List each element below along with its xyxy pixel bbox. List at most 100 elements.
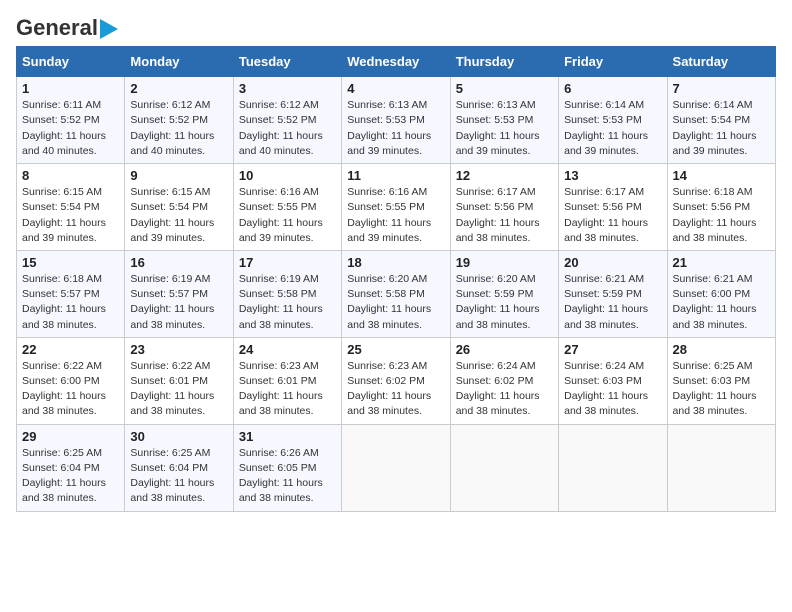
- day-number: 5: [456, 81, 553, 96]
- day-number: 1: [22, 81, 119, 96]
- day-number: 28: [673, 342, 770, 357]
- day-number: 16: [130, 255, 227, 270]
- day-info: Sunrise: 6:12 AMSunset: 5:52 PMDaylight:…: [130, 98, 227, 159]
- day-number: 23: [130, 342, 227, 357]
- calendar-cell: 30Sunrise: 6:25 AMSunset: 6:04 PMDayligh…: [125, 424, 233, 511]
- day-info: Sunrise: 6:23 AMSunset: 6:02 PMDaylight:…: [347, 359, 444, 420]
- day-info: Sunrise: 6:25 AMSunset: 6:04 PMDaylight:…: [130, 446, 227, 507]
- calendar-cell: 31 Sunrise: 6:26 AMSunset: 6:05 PMDayligh…: [233, 424, 341, 511]
- logo-arrow-icon: [100, 19, 118, 39]
- day-info: Sunrise: 6:20 AMSunset: 5:59 PMDaylight:…: [456, 272, 553, 333]
- day-info: Sunrise: 6:11 AMSunset: 5:52 PMDaylight:…: [22, 98, 119, 159]
- calendar-cell: 23Sunrise: 6:22 AMSunset: 6:01 PMDayligh…: [125, 337, 233, 424]
- calendar-cell: 6 Sunrise: 6:14 AMSunset: 5:53 PMDaylight…: [559, 77, 667, 164]
- day-info: Sunrise: 6:15 AMSunset: 5:54 PMDaylight:…: [22, 185, 119, 246]
- weekday-header-saturday: Saturday: [667, 47, 775, 77]
- day-info: Sunrise: 6:13 AMSunset: 5:53 PMDaylight:…: [347, 98, 444, 159]
- day-info: Sunrise: 6:25 AMSunset: 6:03 PMDaylight:…: [673, 359, 770, 420]
- calendar-cell: 9 Sunrise: 6:15 AMSunset: 5:54 PMDaylight…: [125, 164, 233, 251]
- day-info: Sunrise: 6:18 AMSunset: 5:57 PMDaylight:…: [22, 272, 119, 333]
- calendar-cell: 27Sunrise: 6:24 AMSunset: 6:03 PMDayligh…: [559, 337, 667, 424]
- day-number: 21: [673, 255, 770, 270]
- day-info: Sunrise: 6:26 AMSunset: 6:05 PMDaylight:…: [239, 446, 336, 507]
- header: General: [16, 16, 776, 36]
- day-info: Sunrise: 6:16 AMSunset: 5:55 PMDaylight:…: [347, 185, 444, 246]
- calendar-cell: [667, 424, 775, 511]
- day-info: Sunrise: 6:13 AMSunset: 5:53 PMDaylight:…: [456, 98, 553, 159]
- day-number: 11: [347, 168, 444, 183]
- day-info: Sunrise: 6:22 AMSunset: 6:00 PMDaylight:…: [22, 359, 119, 420]
- day-info: Sunrise: 6:14 AMSunset: 5:53 PMDaylight:…: [564, 98, 661, 159]
- day-number: 19: [456, 255, 553, 270]
- day-number: 13: [564, 168, 661, 183]
- day-info: Sunrise: 6:15 AMSunset: 5:54 PMDaylight:…: [130, 185, 227, 246]
- calendar-cell: 7 Sunrise: 6:14 AMSunset: 5:54 PMDaylight…: [667, 77, 775, 164]
- day-info: Sunrise: 6:24 AMSunset: 6:02 PMDaylight:…: [456, 359, 553, 420]
- weekday-header-thursday: Thursday: [450, 47, 558, 77]
- calendar-cell: 14 Sunrise: 6:18 AMSunset: 5:56 PMDayligh…: [667, 164, 775, 251]
- calendar-cell: 10 Sunrise: 6:16 AMSunset: 5:55 PMDayligh…: [233, 164, 341, 251]
- day-info: Sunrise: 6:23 AMSunset: 6:01 PMDaylight:…: [239, 359, 336, 420]
- day-info: Sunrise: 6:14 AMSunset: 5:54 PMDaylight:…: [673, 98, 770, 159]
- day-number: 9: [130, 168, 227, 183]
- day-info: Sunrise: 6:25 AMSunset: 6:04 PMDaylight:…: [22, 446, 119, 507]
- day-info: Sunrise: 6:17 AMSunset: 5:56 PMDaylight:…: [564, 185, 661, 246]
- day-info: Sunrise: 6:19 AMSunset: 5:57 PMDaylight:…: [130, 272, 227, 333]
- calendar-cell: 12 Sunrise: 6:17 AMSunset: 5:56 PMDayligh…: [450, 164, 558, 251]
- weekday-header-friday: Friday: [559, 47, 667, 77]
- day-number: 4: [347, 81, 444, 96]
- calendar-cell: [559, 424, 667, 511]
- calendar-cell: 13 Sunrise: 6:17 AMSunset: 5:56 PMDayligh…: [559, 164, 667, 251]
- day-info: Sunrise: 6:21 AMSunset: 6:00 PMDaylight:…: [673, 272, 770, 333]
- day-info: Sunrise: 6:16 AMSunset: 5:55 PMDaylight:…: [239, 185, 336, 246]
- day-number: 22: [22, 342, 119, 357]
- calendar-table: SundayMondayTuesdayWednesdayThursdayFrid…: [16, 46, 776, 511]
- day-info: Sunrise: 6:18 AMSunset: 5:56 PMDaylight:…: [673, 185, 770, 246]
- calendar-cell: 5 Sunrise: 6:13 AMSunset: 5:53 PMDaylight…: [450, 77, 558, 164]
- calendar-cell: 8 Sunrise: 6:15 AMSunset: 5:54 PMDaylight…: [17, 164, 125, 251]
- calendar-cell: 1 Sunrise: 6:11 AMSunset: 5:52 PMDaylight…: [17, 77, 125, 164]
- day-info: Sunrise: 6:12 AMSunset: 5:52 PMDaylight:…: [239, 98, 336, 159]
- day-info: Sunrise: 6:21 AMSunset: 5:59 PMDaylight:…: [564, 272, 661, 333]
- calendar-cell: 22 Sunrise: 6:22 AMSunset: 6:00 PMDayligh…: [17, 337, 125, 424]
- day-number: 17: [239, 255, 336, 270]
- day-number: 6: [564, 81, 661, 96]
- calendar-cell: 21 Sunrise: 6:21 AMSunset: 6:00 PMDayligh…: [667, 250, 775, 337]
- day-number: 8: [22, 168, 119, 183]
- day-number: 3: [239, 81, 336, 96]
- day-info: Sunrise: 6:19 AMSunset: 5:58 PMDaylight:…: [239, 272, 336, 333]
- calendar-cell: 17 Sunrise: 6:19 AMSunset: 5:58 PMDayligh…: [233, 250, 341, 337]
- day-number: 27: [564, 342, 661, 357]
- calendar-cell: 24 Sunrise: 6:23 AMSunset: 6:01 PMDayligh…: [233, 337, 341, 424]
- day-number: 26: [456, 342, 553, 357]
- day-number: 10: [239, 168, 336, 183]
- calendar-cell: 20Sunrise: 6:21 AMSunset: 5:59 PMDayligh…: [559, 250, 667, 337]
- day-number: 12: [456, 168, 553, 183]
- day-info: Sunrise: 6:17 AMSunset: 5:56 PMDaylight:…: [456, 185, 553, 246]
- day-number: 25: [347, 342, 444, 357]
- day-number: 2: [130, 81, 227, 96]
- day-number: 15: [22, 255, 119, 270]
- calendar-cell: 15 Sunrise: 6:18 AMSunset: 5:57 PMDayligh…: [17, 250, 125, 337]
- day-number: 29: [22, 429, 119, 444]
- weekday-header-monday: Monday: [125, 47, 233, 77]
- day-number: 18: [347, 255, 444, 270]
- weekday-header-sunday: Sunday: [17, 47, 125, 77]
- calendar-cell: 25 Sunrise: 6:23 AMSunset: 6:02 PMDayligh…: [342, 337, 450, 424]
- calendar-cell: 19 Sunrise: 6:20 AMSunset: 5:59 PMDayligh…: [450, 250, 558, 337]
- day-number: 7: [673, 81, 770, 96]
- logo: General: [16, 16, 118, 36]
- calendar-cell: 11 Sunrise: 6:16 AMSunset: 5:55 PMDayligh…: [342, 164, 450, 251]
- day-number: 14: [673, 168, 770, 183]
- weekday-header-tuesday: Tuesday: [233, 47, 341, 77]
- day-number: 24: [239, 342, 336, 357]
- calendar-cell: 28 Sunrise: 6:25 AMSunset: 6:03 PMDayligh…: [667, 337, 775, 424]
- calendar-cell: [450, 424, 558, 511]
- day-info: Sunrise: 6:20 AMSunset: 5:58 PMDaylight:…: [347, 272, 444, 333]
- calendar-cell: 3 Sunrise: 6:12 AMSunset: 5:52 PMDaylight…: [233, 77, 341, 164]
- logo-general: General: [16, 15, 98, 40]
- calendar-cell: 29 Sunrise: 6:25 AMSunset: 6:04 PMDayligh…: [17, 424, 125, 511]
- calendar-cell: 16 Sunrise: 6:19 AMSunset: 5:57 PMDayligh…: [125, 250, 233, 337]
- day-number: 31: [239, 429, 336, 444]
- calendar-cell: 18 Sunrise: 6:20 AMSunset: 5:58 PMDayligh…: [342, 250, 450, 337]
